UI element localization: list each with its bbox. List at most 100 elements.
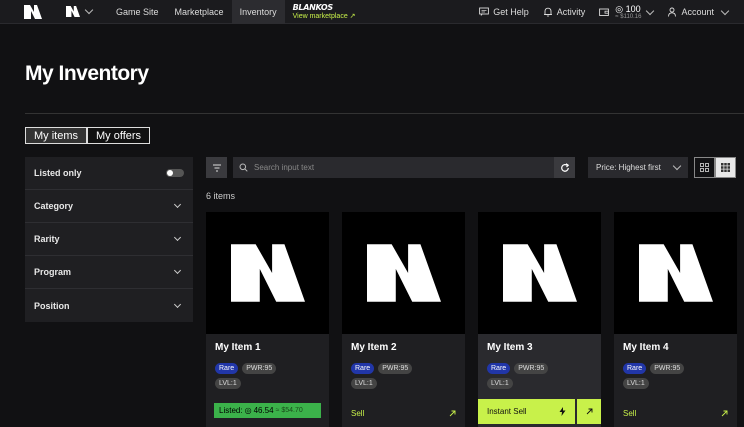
grid-large-view-button[interactable]	[715, 157, 736, 178]
item-name: My Item 3	[487, 342, 533, 353]
power-badge: PWR:95	[514, 363, 549, 374]
search-box	[233, 157, 555, 178]
grid-large-icon	[721, 163, 730, 172]
wallet-icon	[599, 8, 610, 16]
bell-icon	[543, 7, 552, 17]
sort-label: Price: Highest first	[596, 163, 661, 172]
account-label: Account	[681, 7, 714, 17]
inventory-toolbar: Price: Highest first	[206, 157, 738, 178]
power-badge: PWR:95	[242, 363, 277, 374]
app-switcher-button[interactable]	[66, 5, 94, 17]
item-image	[342, 212, 465, 334]
sell-label: Sell	[623, 408, 637, 418]
item-name: My Item 1	[215, 342, 261, 353]
rarity-badge: Rare	[351, 363, 375, 374]
get-help-button[interactable]: Get Help	[479, 7, 529, 17]
level-badge: LVL:1	[623, 378, 649, 389]
grid-small-view-button[interactable]	[694, 157, 715, 178]
chevron-down-icon	[173, 300, 182, 308]
listed-only-toggle[interactable]	[166, 169, 184, 177]
filter-category-label: Category	[34, 201, 74, 211]
instant-sell-button[interactable]: Instant Sell	[478, 399, 575, 424]
blankos-logo: BLANKOS	[292, 3, 334, 12]
search-icon	[239, 163, 248, 172]
level-badge: LVL:1	[487, 378, 513, 389]
filter-icon	[212, 164, 221, 171]
item-card[interactable]: My Item 3 Rare PWR:95 LVL:1 Instant Sell	[478, 212, 601, 427]
item-card[interactable]: My Item 1 Rare PWR:95 LVL:1 Listed: ◎ 46…	[206, 212, 329, 427]
search-input[interactable]	[254, 163, 534, 172]
balance-usd: ≈ $110.16	[615, 13, 642, 20]
balance-value: ◎ 100	[615, 3, 641, 14]
instant-sell-group: Instant Sell	[478, 399, 601, 424]
chevron-down-icon	[672, 161, 682, 171]
item-image	[614, 212, 737, 334]
view-marketplace-link[interactable]: View marketplace ↗	[293, 12, 356, 20]
item-card[interactable]: My Item 2 Rare PWR:95 LVL:1 Sell	[342, 212, 465, 427]
rarity-badge: Rare	[215, 363, 239, 374]
filter-position[interactable]: Position	[25, 289, 193, 322]
listed-only-filter[interactable]: Listed only	[25, 157, 193, 190]
activity-label: Activity	[556, 7, 586, 17]
get-help-label: Get Help	[493, 7, 529, 17]
currency-icon: ◎	[244, 406, 252, 415]
rarity-badge: Rare	[487, 363, 511, 374]
tab-my-items[interactable]: My items	[25, 127, 87, 144]
nav-inventory[interactable]: Inventory	[231, 0, 285, 24]
nav-marketplace[interactable]: Marketplace	[167, 0, 232, 24]
filter-position-label: Position	[34, 300, 70, 311]
page-title: My Inventory	[25, 62, 149, 85]
app-logo-icon	[66, 6, 80, 17]
user-icon	[668, 7, 677, 17]
filter-rarity-label: Rarity	[34, 234, 60, 244]
activity-button[interactable]: Activity	[543, 7, 586, 17]
chevron-down-icon	[173, 200, 182, 209]
sell-button[interactable]: Sell	[614, 402, 737, 424]
external-link-icon	[721, 410, 728, 416]
chevron-down-icon	[173, 233, 182, 242]
sort-select[interactable]: Price: Highest first	[588, 157, 688, 178]
filter-toggle-button[interactable]	[206, 157, 227, 178]
listed-price-badge[interactable]: Listed: ◎ 46.54 ≈ $54.70	[214, 403, 321, 418]
external-link-icon	[449, 410, 456, 416]
wallet-balance-button[interactable]: ◎ 100 ≈ $110.16	[599, 3, 655, 20]
top-nav-bar: Game Site Marketplace Inventory BLANKOS …	[0, 0, 744, 24]
inventory-tabs: My items My offers	[25, 127, 151, 144]
tab-my-offers[interactable]: My offers	[87, 127, 151, 144]
item-name: My Item 4	[623, 342, 669, 353]
listed-price: 46.54	[253, 406, 274, 415]
sell-button[interactable]: Sell	[342, 402, 465, 424]
refresh-button[interactable]	[554, 157, 575, 178]
chevron-down-icon	[173, 266, 182, 275]
filter-program-label: Program	[34, 267, 72, 277]
listed-usd: ≈ $54.70	[275, 407, 303, 414]
refresh-icon	[560, 162, 569, 172]
external-link-icon	[586, 408, 592, 415]
divider	[25, 113, 744, 114]
brand-logo-icon[interactable]	[24, 4, 42, 19]
item-card[interactable]: My Item 4 Rare PWR:95 LVL:1 Sell	[614, 212, 737, 427]
item-logo-icon	[502, 244, 577, 302]
lightning-icon	[559, 407, 566, 416]
account-menu-button[interactable]: Account	[667, 6, 730, 17]
filter-rarity[interactable]: Rarity	[25, 223, 193, 256]
open-item-button[interactable]	[577, 399, 601, 424]
nav-game-site[interactable]: Game Site	[108, 0, 167, 24]
item-grid: My Item 1 Rare PWR:95 LVL:1 Listed: ◎ 46…	[206, 212, 737, 427]
power-badge: PWR:95	[650, 363, 685, 374]
filter-sidebar: Listed only Category Rarity Program Posi…	[25, 157, 193, 322]
listed-label: Listed:	[219, 406, 243, 415]
chevron-down-icon	[646, 6, 655, 15]
listed-only-label: Listed only	[34, 168, 82, 178]
item-logo-icon	[230, 244, 305, 302]
chevron-down-icon	[84, 5, 94, 15]
chevron-down-icon	[720, 6, 730, 15]
filter-program[interactable]: Program	[25, 256, 193, 289]
blankos-marketplace-link[interactable]: BLANKOS View marketplace ↗	[293, 0, 356, 24]
item-name: My Item 2	[351, 342, 397, 353]
power-badge: PWR:95	[378, 363, 413, 374]
level-badge: LVL:1	[351, 378, 377, 389]
item-logo-icon	[366, 244, 441, 302]
item-image	[206, 212, 329, 334]
filter-category[interactable]: Category	[25, 190, 193, 223]
